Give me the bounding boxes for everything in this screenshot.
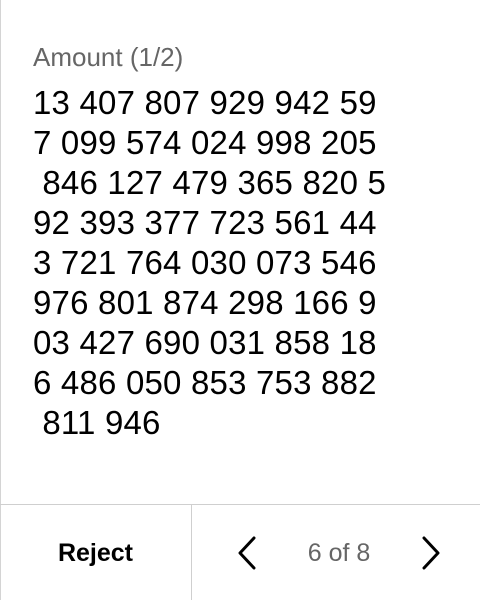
amount-value-line: 03 427 690 031 858 18 (33, 324, 377, 361)
reject-button[interactable]: Reject (0, 505, 192, 600)
footer-bar: Reject 6 of 8 (0, 504, 480, 600)
chevron-left-icon (237, 536, 257, 570)
amount-value-line: 13 407 807 929 942 59 (33, 84, 377, 121)
chevron-right-icon (421, 536, 441, 570)
next-page-button[interactable] (416, 531, 446, 575)
amount-value-line: 846 127 479 365 820 5 (33, 164, 387, 201)
previous-page-button[interactable] (232, 531, 262, 575)
amount-value-line: 976 801 874 298 166 9 (33, 284, 377, 321)
amount-value-line: 811 946 (33, 404, 161, 441)
amount-value-line: 92 393 377 723 561 44 (33, 204, 377, 241)
amount-value: 13 407 807 929 942 59 7 099 574 024 998 … (33, 83, 463, 443)
page-navigator: 6 of 8 (192, 505, 480, 600)
page-indicator: 6 of 8 (307, 538, 371, 567)
amount-value-line: 3 721 764 030 073 546 (33, 244, 377, 281)
amount-field: Amount (1/2) 13 407 807 929 942 59 7 099… (33, 40, 463, 443)
amount-value-line: 6 486 050 853 753 882 (33, 364, 377, 401)
field-label: Amount (1/2) (33, 42, 184, 72)
amount-value-line: 7 099 574 024 998 205 (33, 124, 377, 161)
